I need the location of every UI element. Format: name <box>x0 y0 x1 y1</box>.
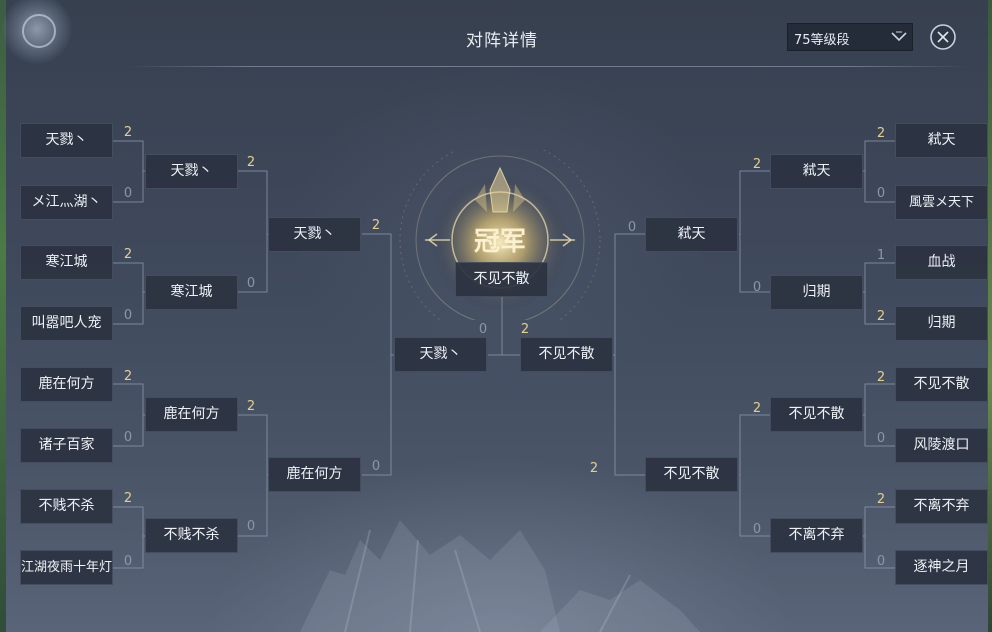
right-r2-team-3[interactable]: 不见不散 <box>770 397 863 432</box>
left-r1-score-7: 2 <box>123 491 133 506</box>
right-r3-team-1[interactable]: 弒天 <box>645 217 738 252</box>
left-r1-score-5: 2 <box>123 369 133 384</box>
left-r3-score-2: 0 <box>371 459 381 474</box>
right-r3-score-1: 0 <box>627 220 637 235</box>
left-r1-team-1[interactable]: 天戮丶 <box>20 123 113 158</box>
right-r1-team-7[interactable]: 不离不弃 <box>895 489 988 524</box>
right-r3-score-2: 2 <box>589 461 599 476</box>
right-r1-score-1: 2 <box>876 126 886 141</box>
right-r1-team-6[interactable]: 风陵渡口 <box>895 428 988 463</box>
left-r1-score-3: 2 <box>123 247 133 262</box>
left-r1-team-7[interactable]: 不贱不杀 <box>20 489 113 524</box>
left-r1-score-8: 0 <box>123 554 133 569</box>
champion-name: 不见不散 <box>455 262 548 297</box>
right-r1-team-5[interactable]: 不见不散 <box>895 367 988 402</box>
right-r2-score-4: 0 <box>752 522 762 537</box>
right-r2-team-1[interactable]: 弒天 <box>770 154 863 189</box>
left-r3-team-1[interactable]: 天戮丶 <box>268 217 361 252</box>
left-r1-team-6[interactable]: 诸子百家 <box>20 428 113 463</box>
left-r2-team-3[interactable]: 鹿在何方 <box>145 397 238 432</box>
left-r2-team-4[interactable]: 不贱不杀 <box>145 518 238 553</box>
left-r2-score-1: 2 <box>246 155 256 170</box>
left-finalist-score: 0 <box>478 322 488 337</box>
right-r2-score-1: 2 <box>752 157 762 172</box>
left-r2-score-3: 2 <box>246 399 256 414</box>
right-r1-score-4: 2 <box>876 309 886 324</box>
left-r1-score-4: 0 <box>123 308 133 323</box>
left-r3-score-1: 2 <box>371 218 381 233</box>
right-finalist-score: 2 <box>520 322 530 337</box>
right-r1-score-8: 0 <box>876 554 886 569</box>
left-r1-score-6: 0 <box>123 430 133 445</box>
match-details-dialog: 对阵详情 75等级段 冠军 不见不散 天戮丶 2 メ江灬湖丶 0 寒江城 2 叫… <box>0 0 992 632</box>
left-r1-score-2: 0 <box>123 186 133 201</box>
right-r1-team-3[interactable]: 血战 <box>895 245 988 280</box>
left-r3-team-2[interactable]: 鹿在何方 <box>268 457 361 492</box>
right-r2-score-2: 0 <box>752 280 762 295</box>
left-r2-team-2[interactable]: 寒江城 <box>145 275 238 310</box>
left-r1-team-5[interactable]: 鹿在何方 <box>20 367 113 402</box>
right-r3-team-2[interactable]: 不见不散 <box>645 457 738 492</box>
left-r1-team-3[interactable]: 寒江城 <box>20 245 113 280</box>
right-r2-team-4[interactable]: 不离不弃 <box>770 518 863 553</box>
right-r2-team-2[interactable]: 归期 <box>770 275 863 310</box>
champion-badge-text: 冠军 <box>474 227 526 257</box>
left-r2-score-2: 0 <box>246 276 256 291</box>
right-r1-score-2: 0 <box>876 186 886 201</box>
left-r1-score-1: 2 <box>123 125 133 140</box>
right-r1-team-2[interactable]: 風雲メ天下 <box>895 185 988 220</box>
right-r1-team-4[interactable]: 归期 <box>895 306 988 341</box>
left-r1-team-4[interactable]: 叫嚣吧人宠 <box>20 306 113 341</box>
left-finalist[interactable]: 天戮丶 <box>394 337 487 372</box>
right-r1-score-3: 1 <box>876 248 886 263</box>
right-r1-team-8[interactable]: 逐神之月 <box>895 550 988 585</box>
left-r1-team-2[interactable]: メ江灬湖丶 <box>20 185 113 220</box>
right-finalist[interactable]: 不见不散 <box>520 337 613 372</box>
left-r1-team-8[interactable]: 江湖夜雨十年灯 <box>20 550 113 585</box>
right-r1-team-1[interactable]: 弒天 <box>895 123 988 158</box>
right-r1-score-7: 2 <box>876 492 886 507</box>
right-r2-score-3: 2 <box>752 401 762 416</box>
left-r2-team-1[interactable]: 天戮丶 <box>145 154 238 189</box>
right-r1-score-5: 2 <box>876 370 886 385</box>
left-r2-score-4: 0 <box>246 519 256 534</box>
right-r1-score-6: 0 <box>876 431 886 446</box>
